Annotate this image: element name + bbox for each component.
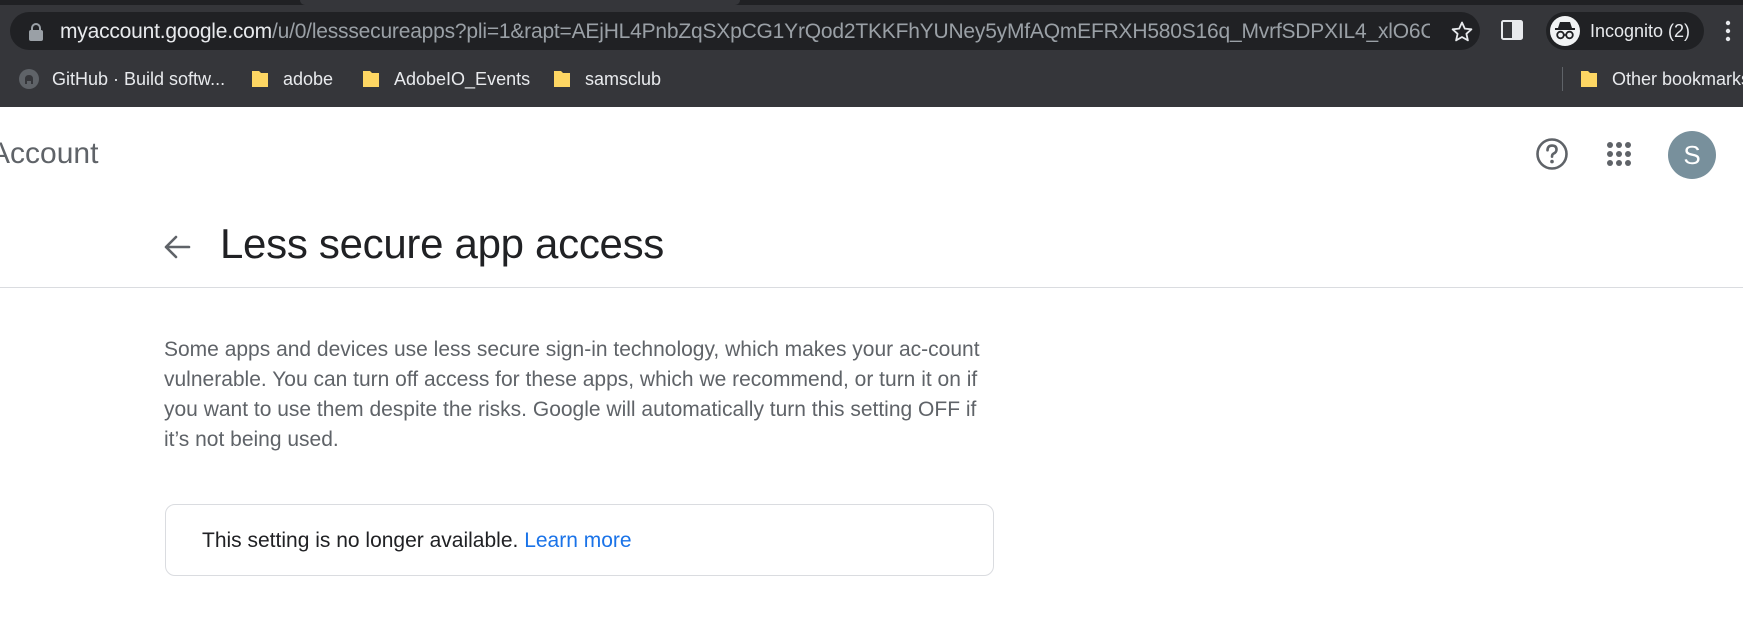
help-icon[interactable] [1535, 137, 1569, 171]
header-divider [0, 287, 1743, 288]
bookmark-folder-adobeio-events[interactable]: AdobeIO_Events [362, 62, 530, 96]
folder-icon [363, 71, 379, 87]
google-apps-icon[interactable] [1606, 141, 1632, 167]
address-bar[interactable]: myaccount.google.com/u/0/lesssecureapps?… [10, 12, 1480, 50]
url-path: /u/0/lesssecureapps?pli=1&rapt=AEjHL4Pnb… [271, 21, 1430, 43]
browser-menu-icon[interactable] [1725, 19, 1731, 43]
bookmark-label: Other bookmarks [1612, 68, 1743, 89]
notice-line: This setting is no longer available. Lea… [202, 529, 632, 553]
browser-chrome: myaccount.google.com/u/0/lesssecureapps?… [0, 0, 1743, 107]
unavailable-notice-card: This setting is no longer available. Lea… [165, 504, 994, 576]
bookmark-github[interactable]: GitHub · Build softw... [18, 62, 225, 96]
bookmark-folder-samsclub[interactable]: samsclub [553, 62, 661, 96]
bookmark-label: samsclub [585, 68, 662, 89]
url-domain: myaccount.google.com [60, 21, 272, 43]
side-panel-icon[interactable] [1500, 18, 1524, 42]
incognito-label: Incognito (2) [1590, 21, 1691, 41]
incognito-icon [1550, 16, 1580, 46]
tab-strip [0, 0, 1743, 5]
folder-icon [554, 71, 570, 87]
app-title[interactable]: Account [0, 137, 98, 171]
folder-icon [1581, 71, 1597, 87]
learn-more-link[interactable]: Learn more [524, 529, 631, 552]
folder-icon [252, 71, 268, 87]
github-icon [19, 69, 39, 89]
bookmark-label: GitHub · Build softw... [52, 68, 226, 89]
bookmarks-bar: GitHub · Build softw... adobe AdobeIO_Ev… [0, 62, 1743, 96]
account-avatar[interactable]: S [1668, 131, 1716, 179]
bookmark-folder-adobe[interactable]: adobe [251, 62, 333, 96]
description-text: Some apps and devices use less secure si… [164, 338, 980, 451]
bookmark-star-icon[interactable] [1450, 20, 1474, 44]
incognito-profile-button[interactable]: Incognito (2) [1546, 12, 1704, 50]
active-tab-edge[interactable] [300, 0, 740, 5]
account-page: Account S Less secure app access Some ap… [0, 107, 1743, 633]
page-title: Less secure app access [220, 220, 664, 267]
back-arrow-icon[interactable] [162, 232, 192, 262]
url-text[interactable]: myaccount.google.com/u/0/lesssecureapps?… [60, 21, 1430, 43]
notice-text: This setting is no longer available. [202, 529, 525, 552]
bookmark-label: adobe [283, 68, 334, 89]
bookmark-label: AdobeIO_Events [394, 68, 531, 89]
lock-icon[interactable] [28, 23, 44, 41]
bookmarks-separator [1562, 67, 1563, 91]
bookmark-other-bookmarks[interactable]: Other bookmarks [1580, 62, 1743, 96]
